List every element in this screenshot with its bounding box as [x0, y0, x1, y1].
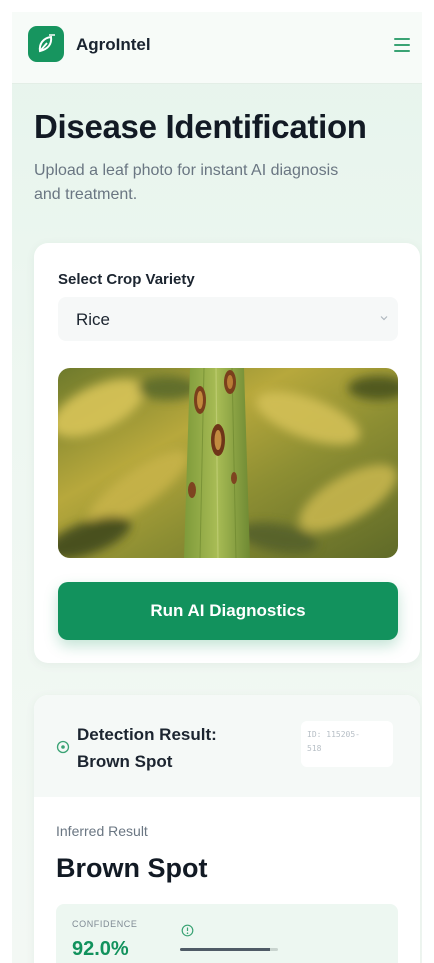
brand-name: AgroIntel [76, 35, 151, 54]
run-ai-diagnostics-button[interactable]: Run AI Diagnostics [58, 582, 398, 640]
rice-leaf-photo[interactable] [58, 368, 398, 558]
result-heading-line1: Detection Result: [77, 725, 217, 744]
leaf-logo-glyph [38, 34, 55, 53]
leaf-photo-illustration [58, 368, 398, 558]
inferred-result-label: Inferred Result [56, 823, 148, 839]
confidence-value: 92.0% [72, 938, 129, 960]
info-circle-icon[interactable] [181, 924, 194, 937]
scan-id-line2: 518 [307, 744, 322, 753]
leaf-logo-icon[interactable] [28, 26, 64, 62]
scan-id-badge: ID: 115205- 518 [301, 721, 393, 767]
inferred-result-value: Brown Spot [56, 853, 208, 883]
menu-bar [394, 38, 410, 40]
scan-id-line1: ID: 115205- [307, 730, 360, 739]
target-icon [56, 740, 70, 754]
page-subtitle: Upload a leaf photo for instant AI diagn… [34, 162, 339, 203]
result-heading: Detection Result: Brown Spot [77, 721, 277, 775]
confidence-label: CONFIDENCE [72, 919, 138, 929]
chevron-down-icon [380, 316, 388, 321]
app-frame: AgroIntel Disease Identification Upload … [12, 12, 422, 963]
hamburger-menu-icon[interactable] [392, 35, 412, 55]
confidence-panel: CONFIDENCE 92.0% [56, 904, 398, 963]
result-heading-line2: Brown Spot [77, 752, 173, 771]
confidence-bar [180, 948, 278, 951]
confidence-bar-fill [180, 948, 271, 951]
detection-result-card: Detection Result: Brown Spot ID: 115205-… [34, 695, 420, 963]
diagnosis-form-card: Select Crop Variety Rice Run AI Diagnost… [34, 243, 420, 663]
page-title: Disease Identification [34, 108, 367, 145]
result-header: Detection Result: Brown Spot ID: 115205-… [34, 695, 420, 797]
menu-bar [394, 50, 410, 52]
crop-select-value: Rice [76, 310, 111, 329]
crop-variety-select[interactable]: Rice [58, 297, 398, 341]
crop-select-label: Select Crop Variety [58, 271, 195, 288]
top-bar: AgroIntel [12, 12, 422, 84]
menu-bar [394, 44, 410, 46]
